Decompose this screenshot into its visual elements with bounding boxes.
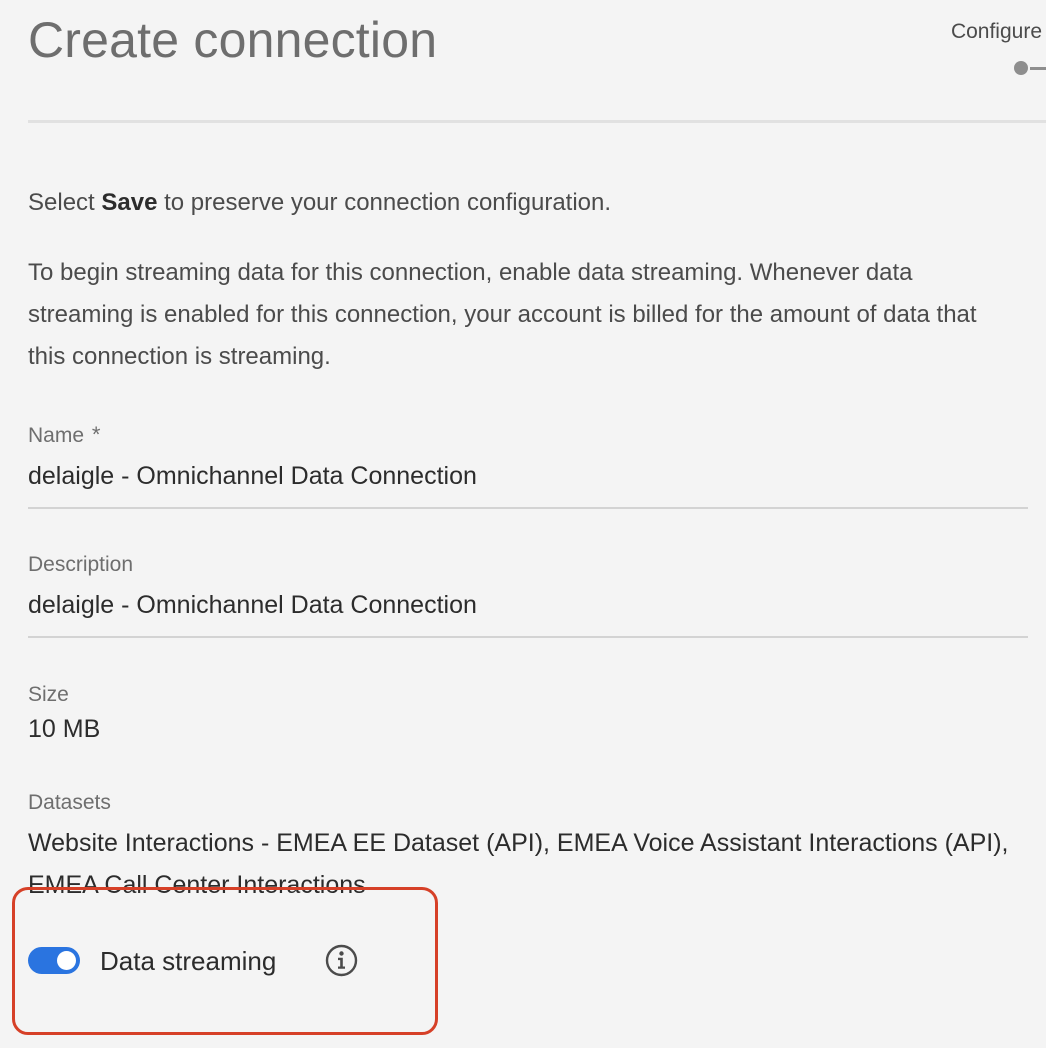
name-field-label: Name * (28, 420, 1028, 451)
description-field-label: Description (28, 553, 134, 576)
streaming-notice: To begin streaming data for this connect… (28, 259, 977, 370)
description-input[interactable]: delaigle - Omnichannel Data Connection (28, 588, 1028, 638)
name-label-text: Name (28, 424, 85, 447)
name-field: Name * delaigle - Omnichannel Data Conne… (28, 420, 1028, 509)
title-divider (28, 120, 1046, 123)
stepper: Configure (936, 18, 1046, 88)
save-instruction: Select Save to preserve your connection … (28, 184, 611, 222)
page-title: Create connection (28, 12, 438, 68)
save-instruction-suffix: to preserve your connection configuratio… (157, 189, 612, 216)
info-icon[interactable] (325, 944, 358, 977)
size-field: Size 10 MB (28, 680, 1028, 746)
save-instruction-bold: Save (101, 189, 158, 216)
description-field: Description delaigle - Omnichannel Data … (28, 550, 1028, 638)
stepper-step-dot (1014, 61, 1028, 75)
data-streaming-toggle[interactable] (28, 947, 80, 974)
size-field-label: Size (28, 683, 69, 706)
size-value: 10 MB (28, 715, 101, 743)
required-marker: * (91, 422, 101, 447)
create-connection-page: Create connection Configure Select Save … (0, 0, 1046, 1048)
stepper-step-label[interactable]: Configure (951, 20, 1042, 44)
stepper-connector-line (1030, 67, 1046, 70)
datasets-field-label: Datasets (28, 791, 111, 814)
toggle-knob (57, 951, 76, 970)
data-streaming-label[interactable]: Data streaming (100, 943, 276, 979)
name-input[interactable]: delaigle - Omnichannel Data Connection (28, 459, 1028, 509)
save-instruction-prefix: Select (28, 189, 102, 216)
